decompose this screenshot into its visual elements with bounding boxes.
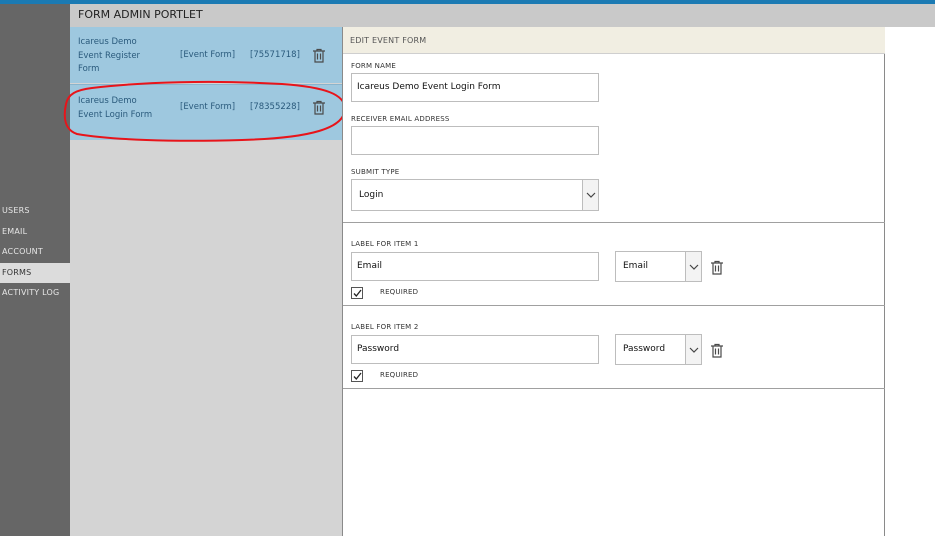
item-2-required-checkbox[interactable] [351, 370, 363, 382]
submit-type-select[interactable]: Login [351, 179, 599, 211]
nav-item-users[interactable]: USERS [0, 201, 70, 222]
receiver-email-input[interactable] [351, 126, 599, 155]
trash-icon[interactable] [312, 48, 326, 64]
form-name-line: Form [78, 64, 100, 74]
form-name: Icareus Demo Event Register Form [78, 36, 158, 77]
item-2-required-label: REQUIRED [380, 371, 419, 379]
form-name-line: Event Register [78, 50, 141, 61]
forms-list-panel: Icareus Demo Event Register Form [Event … [70, 27, 342, 536]
form-name-input[interactable]: Icareus Demo Event Login Form [351, 73, 599, 102]
form-id: [75571718] [250, 50, 300, 60]
checkmark-icon [353, 289, 362, 298]
submit-type-label: SUBMIT TYPE [351, 168, 400, 176]
item-2-type-value: Password [623, 344, 666, 354]
receiver-email-label: RECEIVER EMAIL ADDRESS [351, 115, 450, 123]
item-2-type-select[interactable]: Password [615, 334, 702, 365]
form-type: [Event Form] [180, 50, 236, 60]
item-1-label-input[interactable]: Email [351, 252, 599, 281]
item-1-type-value: Email [623, 261, 648, 271]
left-nav-rail: USERS EMAIL ACCOUNT FORMS ACTIVITY LOG [0, 4, 70, 536]
checkmark-icon [353, 372, 362, 381]
submit-type-value: Login [359, 190, 384, 200]
chevron-down-icon [586, 192, 596, 198]
form-name: Icareus Demo Event Login Form [78, 95, 158, 122]
portlet-header: FORM ADMIN PORTLET [70, 4, 935, 27]
form-name-line: Event Login Form [78, 109, 153, 120]
edit-panel-title: EDIT EVENT FORM [350, 36, 427, 45]
form-name-line: Icareus Demo [78, 96, 137, 106]
nav-item-forms[interactable]: FORMS [0, 262, 70, 283]
item-1-required-checkbox[interactable] [351, 287, 363, 299]
section-divider [343, 388, 885, 389]
section-divider [343, 222, 885, 223]
item-1-type-select[interactable]: Email [615, 251, 702, 282]
form-list-item[interactable]: Icareus Demo Event Login Form [Event For… [70, 84, 342, 140]
select-arrow-button[interactable] [685, 335, 701, 364]
nav-item-account[interactable]: ACCOUNT [0, 242, 70, 263]
form-type: [Event Form] [180, 102, 236, 112]
select-arrow-button[interactable] [582, 180, 598, 210]
side-nav: USERS EMAIL ACCOUNT FORMS ACTIVITY LOG [0, 201, 70, 304]
trash-icon[interactable] [710, 343, 724, 359]
select-arrow-button[interactable] [685, 252, 701, 281]
edit-form-panel: EDIT EVENT FORM FORM NAME Icareus Demo E… [342, 27, 885, 536]
form-list-item[interactable]: Icareus Demo Event Register Form [Event … [70, 27, 342, 83]
trash-icon[interactable] [312, 100, 326, 116]
nav-item-activity-log[interactable]: ACTIVITY LOG [0, 283, 70, 304]
chevron-down-icon [689, 347, 699, 353]
item-2-label-input[interactable]: Password [351, 335, 599, 364]
portlet-title: FORM ADMIN PORTLET [78, 8, 203, 21]
section-divider [343, 305, 885, 306]
item-2-label: LABEL FOR ITEM 2 [351, 323, 419, 331]
chevron-down-icon [689, 264, 699, 270]
edit-panel-header: EDIT EVENT FORM [343, 27, 885, 54]
trash-icon[interactable] [710, 260, 724, 276]
form-name-line: Icareus Demo [78, 37, 137, 47]
form-id: [78355228] [250, 102, 300, 112]
form-name-label: FORM NAME [351, 62, 396, 70]
item-1-required-label: REQUIRED [380, 288, 419, 296]
nav-item-email[interactable]: EMAIL [0, 222, 70, 243]
item-1-label: LABEL FOR ITEM 1 [351, 240, 419, 248]
